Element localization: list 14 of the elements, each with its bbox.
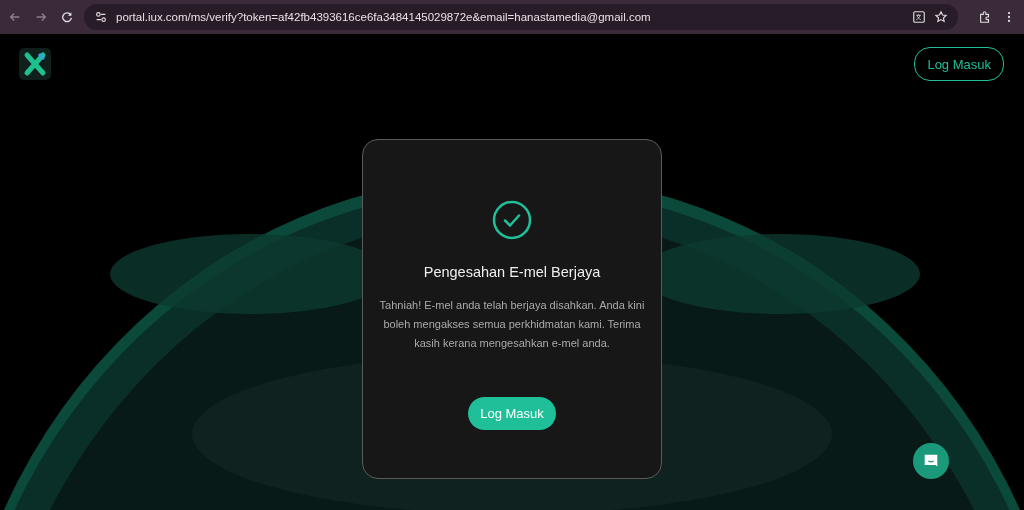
card-title: Pengesahan E-mel Berjaya	[423, 264, 601, 280]
site-settings-icon[interactable]	[94, 10, 108, 24]
check-circle-icon	[492, 200, 532, 240]
back-icon[interactable]	[8, 10, 22, 24]
logo-icon[interactable]	[19, 48, 51, 80]
forward-icon[interactable]	[34, 10, 48, 24]
translate-icon[interactable]	[912, 10, 926, 24]
card-message: Tahniah! E-mel anda telah berjaya disahkan. Anda kini boleh mengakses semua perkhidmatan kami. Terima kasih kerana mengesahkan e-mel anda.	[378, 298, 646, 351]
login-button[interactable]: Log Masuk	[914, 47, 1004, 81]
url-text: portal.iux.com/ms/verify?token=af42fb4393616ce6fa3484145029872e&email=hanastamedia@gmail.com	[116, 11, 652, 23]
reload-icon[interactable]	[60, 10, 74, 24]
address-bar[interactable]: portal.iux.com/ms/verify?token=af42fb4393616ce6fa3484145029872e&email=hanastamedia@gmail.com	[84, 4, 958, 30]
star-icon[interactable]	[934, 10, 948, 24]
extensions-icon[interactable]	[978, 10, 992, 24]
